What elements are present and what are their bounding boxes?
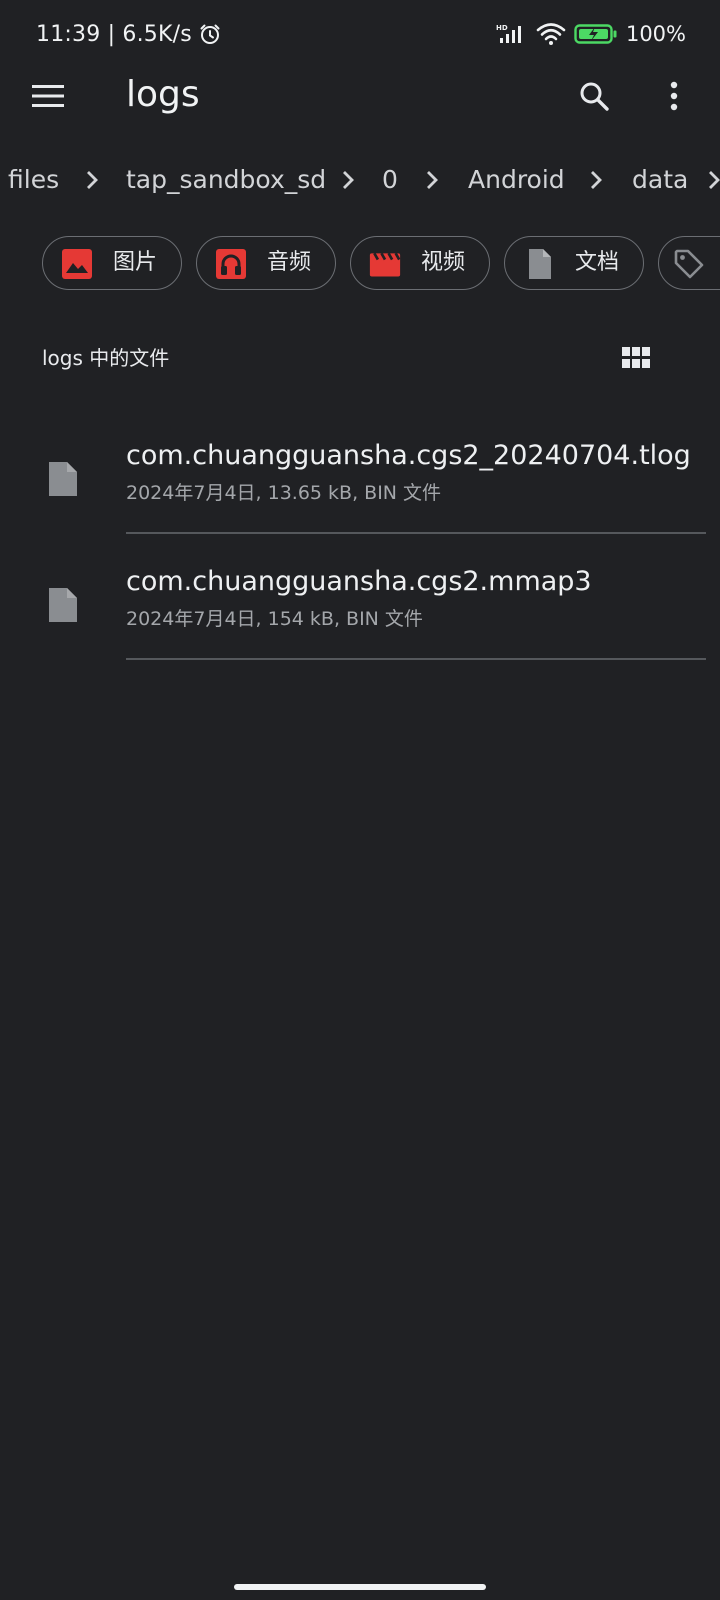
menu-button[interactable]	[28, 76, 68, 116]
chip-label: 视频	[421, 250, 466, 275]
chip-video[interactable]: 视频	[350, 236, 490, 290]
status-time-speed: 11:39 | 6.5K/s	[36, 21, 192, 47]
section-title: logs 中的文件	[42, 346, 170, 370]
search-icon	[580, 82, 609, 111]
divider	[126, 532, 706, 534]
status-bar: 11:39 | 6.5K/s HD 100%	[0, 0, 720, 64]
grid-view-icon	[622, 347, 650, 368]
file-name: com.chuangguansha.cgs2.mmap3	[126, 566, 592, 597]
chip-tags[interactable]	[658, 236, 720, 290]
chip-documents[interactable]: 文档	[504, 236, 644, 290]
file-icon	[49, 588, 77, 622]
tag-icon	[674, 249, 704, 279]
page-title: logs	[126, 74, 200, 115]
breadcrumb: files tap_sandbox_sd 0 Android data	[0, 152, 720, 208]
chip-audio[interactable]: 音频	[196, 236, 336, 290]
chevron-right-icon	[427, 171, 438, 189]
chip-label: 音频	[267, 250, 312, 275]
breadcrumb-item-android[interactable]: Android	[468, 164, 565, 196]
alarm-icon	[200, 24, 220, 44]
breadcrumb-item-tap-sandbox-sd[interactable]: tap_sandbox_sd	[126, 164, 326, 196]
movie-icon	[369, 252, 401, 277]
search-button[interactable]	[572, 74, 616, 118]
more-options-button[interactable]	[652, 74, 696, 118]
breadcrumb-item-files[interactable]: files	[8, 164, 59, 196]
file-icon	[49, 462, 77, 496]
document-icon	[529, 249, 551, 279]
battery-charging-icon	[574, 24, 617, 44]
status-left: 11:39 | 6.5K/s	[36, 18, 222, 50]
file-meta: 2024年7月4日, 13.65 kB, BIN 文件	[126, 482, 442, 504]
wifi-icon	[536, 23, 566, 45]
grid-view-toggle[interactable]	[616, 338, 656, 378]
divider	[126, 658, 706, 660]
chevron-right-icon	[343, 171, 354, 189]
app-bar: logs	[0, 64, 720, 128]
file-name: com.chuangguansha.cgs2_20240704.tlog	[126, 440, 691, 471]
chevron-right-icon	[709, 171, 720, 189]
battery-percent: 100%	[625, 22, 686, 46]
svg-text:HD: HD	[496, 24, 508, 32]
menu-icon	[32, 85, 64, 107]
chevron-right-icon	[591, 171, 602, 189]
headphones-icon	[216, 249, 246, 279]
category-chips: 图片 音频 视频 文档	[0, 236, 720, 292]
file-list-item[interactable]: com.chuangguansha.cgs2.mmap3 2024年7月4日, …	[0, 554, 720, 682]
more-vert-icon	[670, 81, 678, 111]
chevron-right-icon	[87, 171, 98, 189]
breadcrumb-item-data[interactable]: data	[632, 164, 688, 196]
chip-label: 文档	[575, 250, 620, 275]
breadcrumb-item-0[interactable]: 0	[382, 164, 398, 196]
hd-signal-icon: HD	[496, 24, 521, 43]
image-icon	[62, 249, 92, 279]
status-right: HD 100%	[496, 18, 686, 50]
chip-label: 图片	[113, 250, 158, 275]
file-meta: 2024年7月4日, 154 kB, BIN 文件	[126, 608, 423, 630]
file-list-item[interactable]: com.chuangguansha.cgs2_20240704.tlog 202…	[0, 428, 720, 556]
gesture-navigation-bar[interactable]	[234, 1584, 486, 1590]
chip-images[interactable]: 图片	[42, 236, 182, 290]
